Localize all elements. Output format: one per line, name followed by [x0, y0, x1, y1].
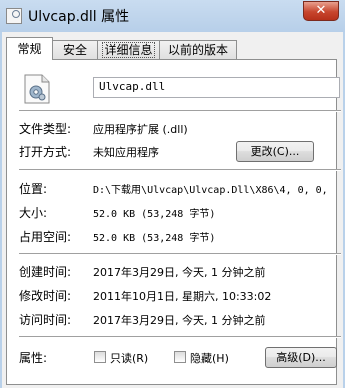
location-value: D:\下载用\Ulvcap\Ulvcap.Dll\X86\4, 0, 0, — [93, 185, 328, 196]
size-on-disk-value: 52.0 KB (53,248 字节) — [93, 233, 216, 244]
created-value: 2017年3月29日, 今天, 1 分钟之前 — [93, 266, 266, 279]
advanced-button[interactable]: 高级(D)... — [265, 347, 337, 368]
separator — [19, 169, 341, 171]
window-title: Ulvcap.dll 属性 — [28, 9, 130, 25]
title-bar[interactable]: Ulvcap.dll 属性 ✕ — [0, 0, 345, 32]
size-value: 52.0 KB (53,248 字节) — [93, 209, 216, 220]
readonly-label[interactable]: 只读(R) — [110, 350, 148, 366]
opens-with-value: 未知应用程序 — [93, 146, 159, 159]
hidden-checkbox[interactable] — [174, 351, 186, 363]
tab-security[interactable]: 安全 — [52, 40, 98, 59]
tab-general[interactable]: 常规 — [6, 37, 53, 60]
general-panel: Ulvcap.dll 文件类型: 应用程序扩展 (.dll) 打开方式: 未知应… — [6, 59, 341, 385]
file-name-field[interactable]: Ulvcap.dll — [93, 77, 340, 98]
type-label: 文件类型: — [19, 122, 72, 136]
dialog-body: 常规 安全 详细信息 以前的版本 Ulvcap.dll 文件类型: 应用程序扩展… — [2, 32, 343, 388]
hidden-label[interactable]: 隐藏(H) — [190, 350, 229, 366]
modified-label: 修改时间: — [19, 289, 72, 303]
dll-file-icon — [6, 8, 22, 24]
size-label: 大小: — [19, 206, 48, 220]
modified-value: 2011年10月1日, 星期六, 10:33:02 — [93, 290, 272, 303]
tab-details[interactable]: 详细信息 — [97, 40, 160, 59]
attributes-label: 属性: — [19, 351, 48, 365]
tab-previous-versions[interactable]: 以前的版本 — [159, 40, 237, 59]
size-on-disk-label: 占用空间: — [19, 230, 72, 244]
type-value: 应用程序扩展 (.dll) — [93, 123, 188, 136]
change-button[interactable]: 更改(C)... — [236, 141, 314, 162]
readonly-checkbox[interactable] — [94, 351, 106, 363]
accessed-label: 访问时间: — [19, 313, 72, 327]
created-label: 创建时间: — [19, 265, 72, 279]
location-label: 位置: — [19, 182, 48, 196]
separator — [19, 253, 341, 255]
opens-with-label: 打开方式: — [19, 145, 72, 159]
separator — [19, 336, 341, 338]
gear-file-icon — [24, 74, 50, 104]
separator — [19, 110, 341, 112]
close-button[interactable]: ✕ — [303, 1, 339, 21]
accessed-value: 2017年3月29日, 今天, 1 分钟之前 — [93, 314, 266, 327]
